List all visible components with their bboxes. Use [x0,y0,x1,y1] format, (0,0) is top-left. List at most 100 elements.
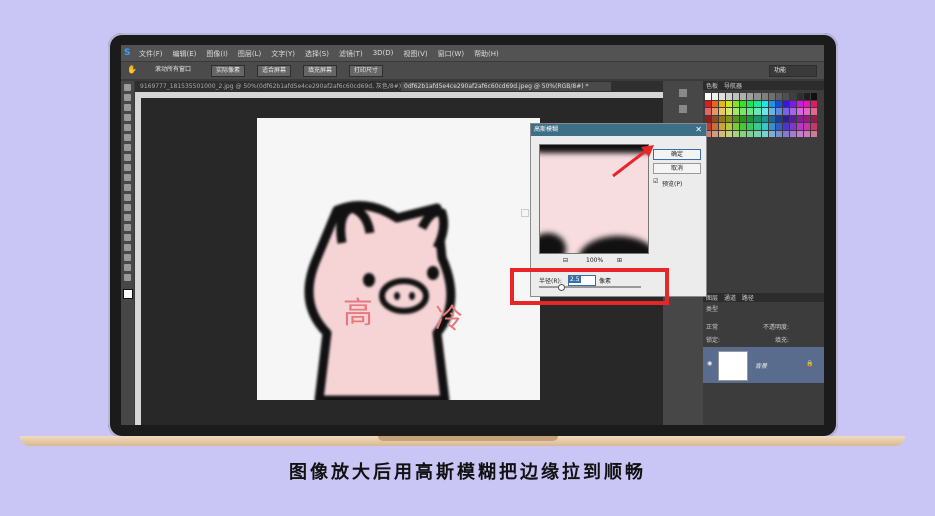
eraser-tool-icon[interactable] [124,184,131,191]
swatch-grid[interactable] [705,93,817,137]
blend-mode-select[interactable]: 正常 [706,322,718,331]
swatch-cell[interactable] [789,93,796,100]
swatch-cell[interactable] [803,130,810,137]
swatch-cell[interactable] [810,108,817,115]
foreground-color-swatch[interactable] [123,289,133,299]
swatch-cell[interactable] [803,93,810,100]
move-tool-icon[interactable] [124,84,131,91]
swatch-cell[interactable] [740,115,747,122]
swatch-cell[interactable] [775,115,782,122]
swatch-cell[interactable] [747,115,754,122]
swatch-cell[interactable] [796,93,803,100]
swatch-cell[interactable] [733,93,740,100]
menu-edit[interactable]: 编辑(E) [173,49,197,59]
swatch-cell[interactable] [768,108,775,115]
swatch-cell[interactable] [719,130,726,137]
tab-document-2[interactable]: 0df62b1afd5e4ce290af2af6c60cd69d.jpeg @ … [401,82,611,91]
zoom-tool-icon[interactable] [124,274,131,281]
swatch-cell[interactable] [726,100,733,107]
swatch-cell[interactable] [740,93,747,100]
swatch-cell[interactable] [719,115,726,122]
swatch-cell[interactable] [740,100,747,107]
menu-window[interactable]: 窗口(W) [438,49,464,59]
fit-screen-button[interactable]: 适合屏幕 [257,65,292,77]
swatch-cell[interactable] [712,93,719,100]
swatch-cell[interactable] [761,130,768,137]
swatch-cell[interactable] [782,123,789,130]
swatch-cell[interactable] [705,108,712,115]
swatch-cell[interactable] [754,100,761,107]
swatch-cell[interactable] [740,130,747,137]
swatch-cell[interactable] [747,123,754,130]
swatch-cell[interactable] [754,123,761,130]
tab-paths[interactable]: 路径 [742,295,754,302]
swatch-cell[interactable] [726,123,733,130]
scroll-all-windows-checkbox[interactable]: 滚动所有窗口 [151,65,195,75]
marquee-tool-icon[interactable] [124,94,131,101]
swatch-cell[interactable] [733,123,740,130]
swatch-cell[interactable] [761,93,768,100]
dodge-tool-icon[interactable] [124,214,131,221]
crop-tool-icon[interactable] [124,124,131,131]
swatch-cell[interactable] [740,123,747,130]
eyedropper-tool-icon[interactable] [124,134,131,141]
swatch-cell[interactable] [733,100,740,107]
transform-handle[interactable] [521,209,529,217]
swatch-cell[interactable] [747,100,754,107]
swatch-cell[interactable] [754,93,761,100]
hand-tool-icon[interactable] [124,264,131,271]
swatch-cell[interactable] [789,100,796,107]
menu-type[interactable]: 文字(Y) [271,49,295,59]
swatch-cell[interactable] [796,123,803,130]
menu-filter[interactable]: 滤镜(T) [339,49,363,59]
swatch-cell[interactable] [712,100,719,107]
brush-tool-icon[interactable] [124,154,131,161]
hand-tool-icon[interactable]: ✋ [127,65,137,74]
swatch-cell[interactable] [803,123,810,130]
quick-select-tool-icon[interactable] [124,114,131,121]
ok-button[interactable]: 确定 [653,149,701,160]
fill-screen-button[interactable]: 填充屏幕 [303,65,338,77]
swatch-cell[interactable] [782,93,789,100]
path-select-tool-icon[interactable] [124,244,131,251]
swatch-cell[interactable] [775,108,782,115]
swatch-cell[interactable] [733,115,740,122]
tab-document-1[interactable]: 9169777_181535501000_2.jpg @ 50%(0df62b1… [137,82,401,91]
swatch-cell[interactable] [754,130,761,137]
swatch-cell[interactable] [803,108,810,115]
menu-layer[interactable]: 图层(L) [238,49,261,59]
text-tool-icon[interactable] [124,234,131,241]
swatch-cell[interactable] [705,115,712,122]
swatch-cell[interactable] [761,123,768,130]
swatch-cell[interactable] [803,100,810,107]
swatch-cell[interactable] [747,93,754,100]
actual-pixels-button[interactable]: 实际像素 [211,65,246,77]
swatch-cell[interactable] [754,108,761,115]
preview-checkbox[interactable]: ☑ [653,178,658,185]
swatch-cell[interactable] [796,100,803,107]
blur-tool-icon[interactable] [124,204,131,211]
healing-tool-icon[interactable] [124,144,131,151]
menu-file[interactable]: 文件(F) [139,49,163,59]
swatch-cell[interactable] [768,100,775,107]
zoom-out-icon[interactable]: ⊟ [563,257,568,264]
swatch-cell[interactable] [810,115,817,122]
swatch-cell[interactable] [761,115,768,122]
swatch-cell[interactable] [726,93,733,100]
swatch-cell[interactable] [803,115,810,122]
swatch-cell[interactable] [712,115,719,122]
tab-navigator[interactable]: 导航器 [724,83,742,90]
swatch-cell[interactable] [810,93,817,100]
layer-kind-filter[interactable]: 类型 [706,304,718,313]
properties-icon[interactable] [679,105,687,113]
menu-3d[interactable]: 3D(D) [373,49,394,59]
swatch-cell[interactable] [712,123,719,130]
swatch-cell[interactable] [796,115,803,122]
document-canvas[interactable]: 高 冷 [257,118,540,400]
swatch-cell[interactable] [768,123,775,130]
swatch-cell[interactable] [810,130,817,137]
swatch-cell[interactable] [747,108,754,115]
gradient-tool-icon[interactable] [124,194,131,201]
swatch-cell[interactable] [761,108,768,115]
swatch-cell[interactable] [775,130,782,137]
